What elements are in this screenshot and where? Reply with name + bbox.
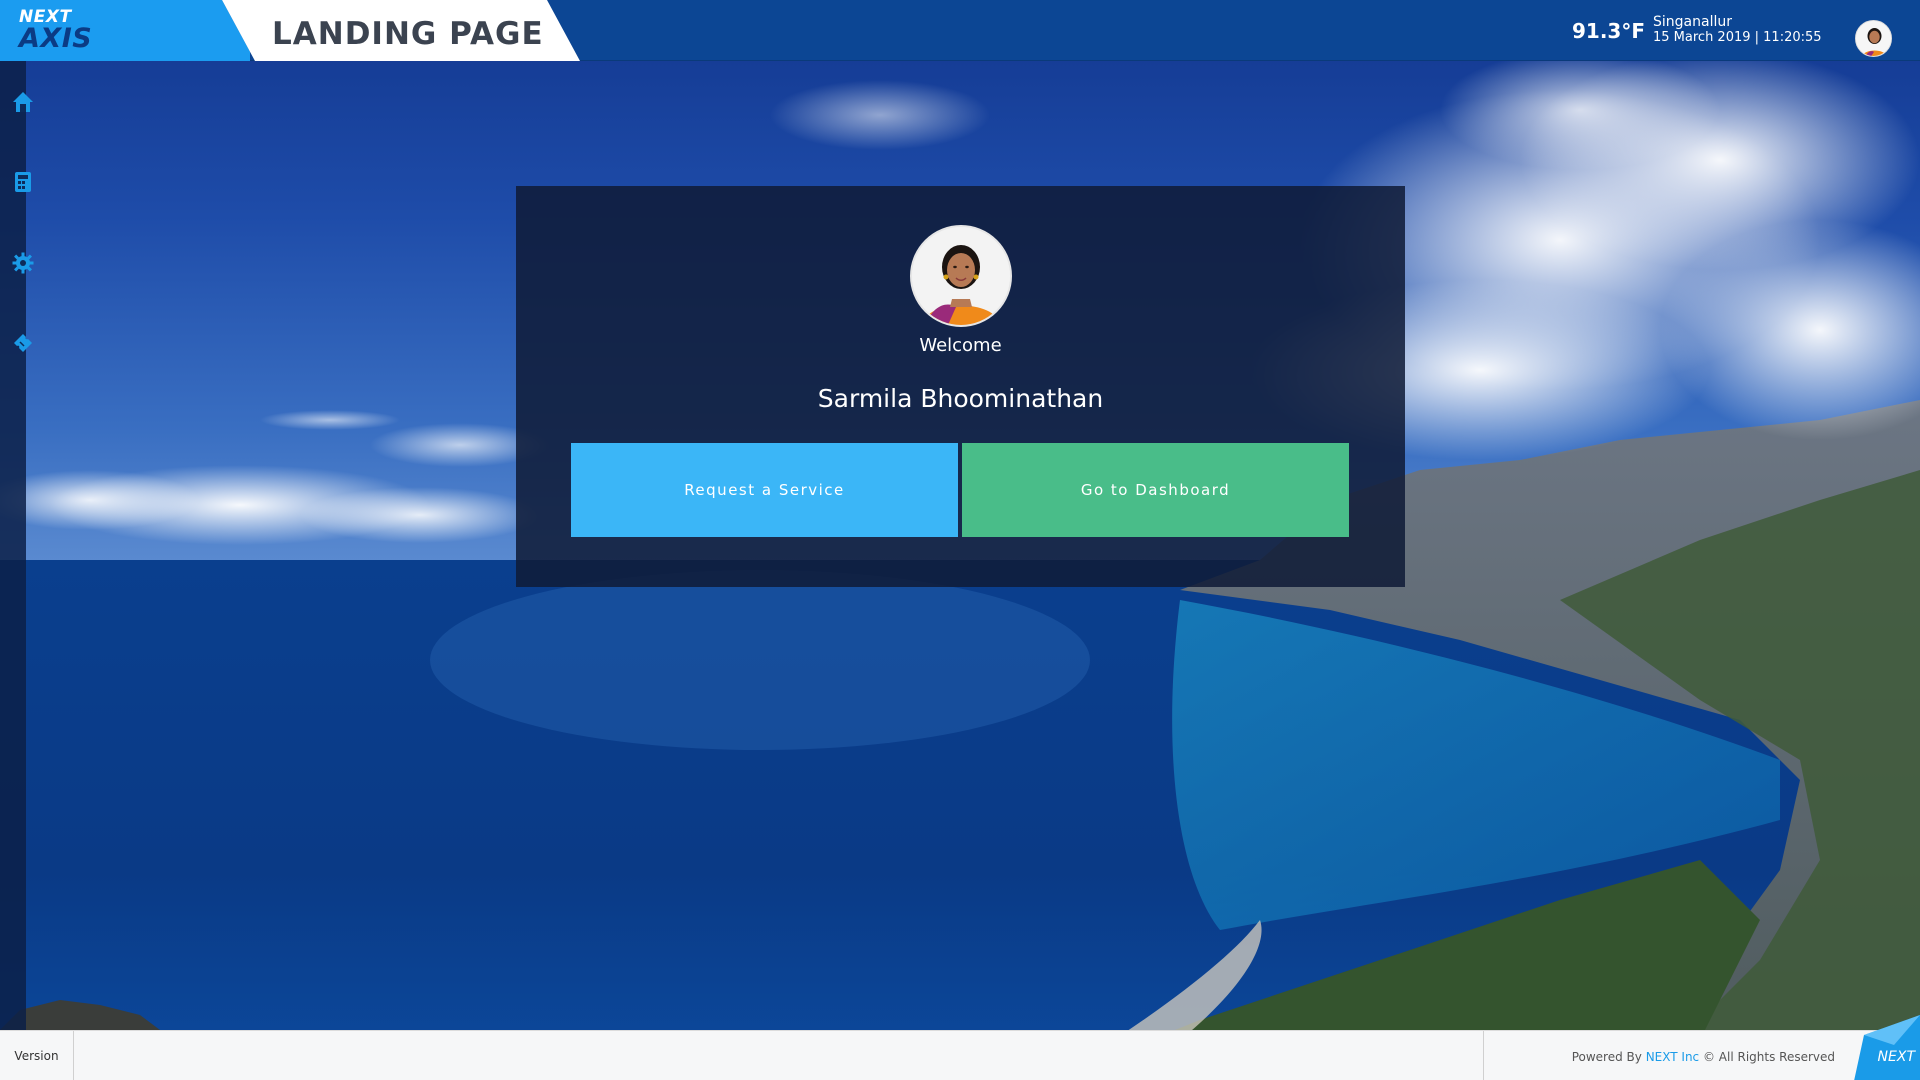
corner-logo: NEXT [1854, 1015, 1920, 1080]
request-service-button[interactable]: Request a Service [571, 443, 958, 537]
location-datetime: Singanallur 15 March 2019 | 11:20:55 [1653, 14, 1822, 45]
powered-by-text: Powered By NEXT Inc © All Rights Reserve… [1572, 1050, 1835, 1064]
powered-prefix: Powered By [1571, 1050, 1646, 1064]
sidebar-item-settings[interactable] [8, 248, 38, 278]
sidebar [0, 61, 26, 1030]
brand-link[interactable]: NEXT Inc [1646, 1050, 1699, 1064]
version-label[interactable]: Version [0, 1031, 74, 1080]
corner-logo-icon [1854, 1015, 1920, 1080]
footer-divider [1483, 1031, 1484, 1080]
location-name: Singanallur [1653, 14, 1732, 30]
user-name: Sarmila Bhoominathan [817, 384, 1104, 413]
page-title-box: LANDING PAGE [222, 0, 580, 61]
welcome-text: Welcome [919, 335, 1002, 356]
go-to-dashboard-button[interactable]: Go to Dashboard [962, 443, 1349, 537]
calculator-icon [15, 172, 31, 192]
profile-avatar-icon [912, 227, 1010, 325]
sidebar-item-tickets[interactable] [8, 328, 38, 358]
sidebar-item-home[interactable] [8, 87, 38, 117]
footer: Version Powered By NEXT Inc © All Rights… [0, 1015, 1920, 1080]
ticket-icon [14, 334, 32, 352]
temperature: 91.3°F [1571, 19, 1645, 43]
datetime: 15 March 2019 | 11:20:55 [1653, 30, 1822, 45]
top-header: NEXT AXIS LANDING PAGE 91.3°F Singanallu… [0, 0, 1920, 61]
home-icon [13, 92, 33, 112]
gear-icon [12, 252, 34, 274]
profile-photo [910, 225, 1012, 327]
sidebar-item-calculator[interactable] [8, 167, 38, 197]
powered-suffix: © All Rights Reserved [1699, 1050, 1835, 1064]
user-avatar[interactable] [1855, 20, 1892, 57]
welcome-card: Welcome Sarmila Bhoominathan Request a S… [516, 186, 1405, 587]
app-logo[interactable]: NEXT AXIS [0, 0, 250, 61]
corner-logo-text: NEXT [1877, 1049, 1915, 1065]
logo-text-bottom: AXIS [19, 23, 93, 54]
avatar-icon [1856, 21, 1891, 56]
page-title: LANDING PAGE [272, 16, 544, 52]
